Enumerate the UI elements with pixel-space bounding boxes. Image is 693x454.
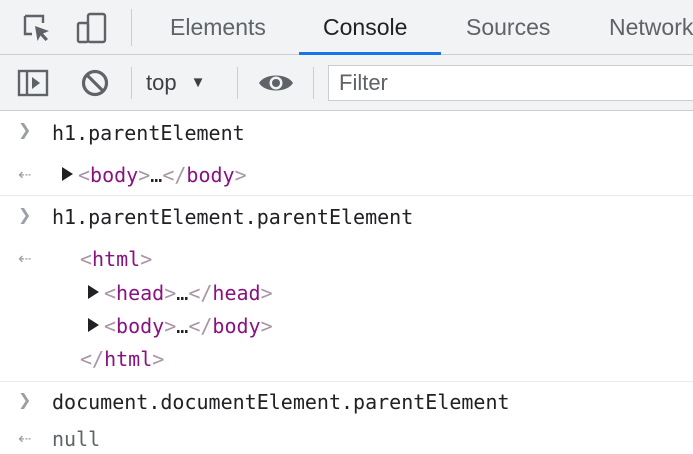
tag-bracket: </ [188, 314, 213, 338]
tabbar-divider [131, 9, 132, 46]
tag-name: body [212, 314, 261, 338]
toolbar-divider [313, 67, 314, 99]
tag-bracket: </ [188, 281, 213, 305]
expand-triangle-icon[interactable] [62, 167, 73, 181]
tag-bracket: < [104, 281, 117, 305]
entry-divider [0, 195, 693, 196]
devtools-tab-bar: Elements Console Sources Network [0, 0, 693, 55]
tag-name: body [186, 163, 235, 187]
expand-triangle-icon[interactable] [88, 318, 99, 332]
tag-bracket: > [152, 347, 165, 371]
tag-bracket: > [140, 247, 153, 271]
body-node-line[interactable]: <body>…</body> [104, 314, 273, 338]
tag-name: body [90, 163, 139, 187]
console-input-line: document.documentElement.parentElement [52, 390, 510, 414]
console-output: ❯ h1.parentElement ⇠ <body>…</body> ❯ h1… [0, 111, 693, 454]
tag-bracket: > [234, 163, 247, 187]
tab-network[interactable]: Network [609, 0, 693, 54]
result-arrow-icon: ⇠ [18, 249, 32, 268]
tag-bracket: > [164, 314, 177, 338]
console-input-line: h1.parentElement [52, 121, 245, 145]
tab-sources[interactable]: Sources [466, 0, 550, 54]
result-arrow-icon: ⇠ [18, 429, 32, 448]
inspect-element-icon[interactable] [19, 0, 55, 55]
show-sidebar-icon[interactable] [16, 55, 50, 110]
console-input-line: h1.parentElement.parentElement [52, 205, 414, 229]
tag-bracket: > [164, 281, 177, 305]
collapsed-ellipsis: … [176, 281, 189, 305]
context-value: top [146, 69, 177, 95]
tag-bracket: < [104, 314, 117, 338]
tag-bracket: < [78, 163, 91, 187]
tab-console[interactable]: Console [323, 0, 407, 54]
filter-field[interactable] [328, 65, 693, 101]
head-node-line[interactable]: <head>…</head> [104, 281, 273, 305]
tag-bracket: > [260, 314, 273, 338]
input-prompt-icon: ❯ [18, 205, 32, 224]
entry-divider [0, 381, 693, 382]
tab-elements[interactable]: Elements [170, 0, 266, 54]
collapsed-ellipsis: … [150, 163, 163, 187]
console-toolbar: top ▼ [0, 55, 693, 111]
input-prompt-icon: ❯ [18, 120, 32, 139]
filter-input[interactable] [329, 66, 693, 100]
eye-icon[interactable] [256, 55, 296, 110]
console-result-null: null [52, 427, 101, 451]
expand-triangle-icon[interactable] [88, 285, 99, 299]
dropdown-caret-icon: ▼ [190, 74, 206, 91]
clear-console-icon[interactable] [78, 55, 112, 110]
tag-name: html [104, 347, 153, 371]
collapsed-ellipsis: … [176, 314, 189, 338]
tag-bracket: </ [80, 347, 105, 371]
html-close-line: </html> [80, 347, 164, 371]
tag-name: html [92, 247, 141, 271]
context-selector[interactable]: top ▼ [146, 55, 205, 110]
tag-name: head [212, 281, 261, 305]
tag-name: body [116, 314, 165, 338]
console-result-line[interactable]: <body>…</body> [78, 163, 247, 187]
tag-bracket: </ [162, 163, 187, 187]
tag-bracket: < [80, 247, 93, 271]
tag-bracket: > [138, 163, 151, 187]
html-open-line[interactable]: <html> [80, 247, 152, 271]
device-toolbar-icon[interactable] [74, 0, 110, 55]
toolbar-divider [237, 67, 238, 99]
tag-bracket: > [260, 281, 273, 305]
input-prompt-icon: ❯ [18, 390, 32, 409]
tag-name: head [116, 281, 165, 305]
toolbar-divider [131, 67, 132, 99]
result-arrow-icon: ⇠ [18, 165, 32, 184]
